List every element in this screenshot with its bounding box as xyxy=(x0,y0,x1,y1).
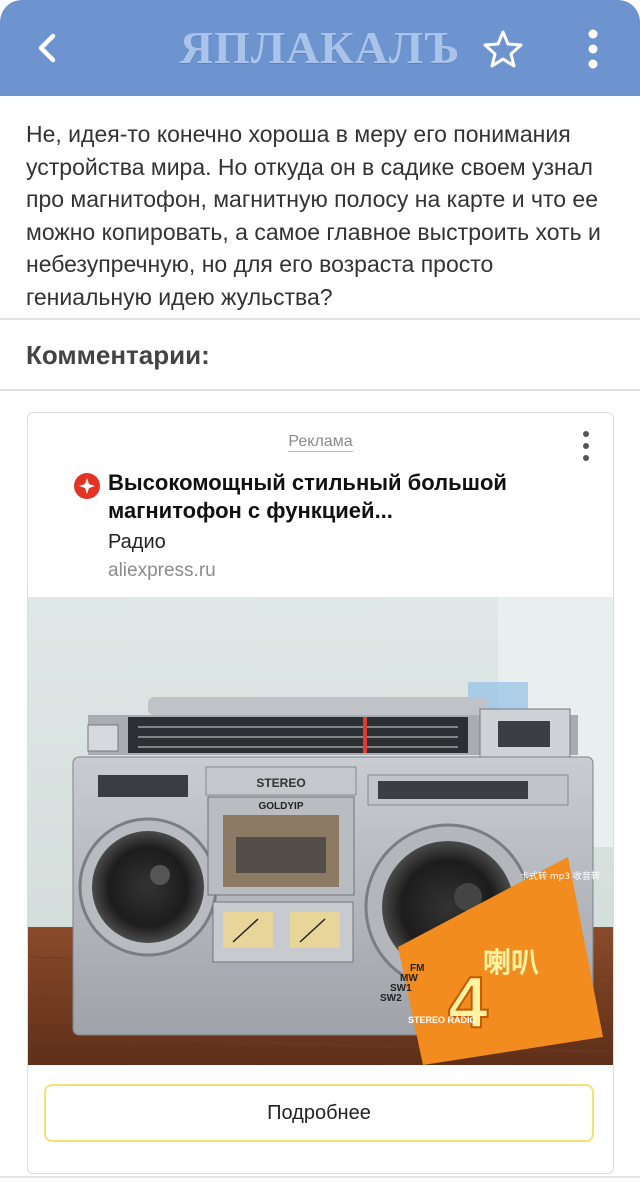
divider xyxy=(0,318,640,320)
ad-title[interactable]: Высокомощный стильный большой магнитофон… xyxy=(108,469,548,525)
more-menu-button[interactable] xyxy=(578,26,608,72)
ad-domain[interactable]: aliexpress.ru xyxy=(108,560,216,582)
site-logo[interactable]: ЯПЛАКАЛЪ xyxy=(180,22,460,73)
back-button[interactable] xyxy=(26,26,70,70)
product-image[interactable]: STEREO GOLDYIP 4 喇叭 卡式转 mp3 收音转 FM MW SW… xyxy=(28,597,613,1065)
ad-label: Реклама xyxy=(288,433,353,452)
comments-title: Комментарии: xyxy=(26,340,210,370)
ad-card[interactable]: Реклама Высокомощный стильный большой ма… xyxy=(27,412,614,1174)
app-header: ЯПЛАКАЛЪ xyxy=(0,0,640,96)
details-button[interactable]: Подробнее xyxy=(44,1084,594,1142)
more-vertical-icon xyxy=(588,29,598,69)
sticker-text: 喇叭 xyxy=(483,946,539,979)
post-text: Не, идея-то конечно хороша в меру его по… xyxy=(26,121,601,310)
brand-label: GOLDYIP xyxy=(258,801,303,812)
aliexpress-star-icon xyxy=(74,473,100,499)
star-icon xyxy=(483,30,523,68)
sticker-corner: 卡式转 mp3 收音转 xyxy=(520,870,600,882)
chevron-left-icon xyxy=(38,33,56,63)
ad-subtitle: Радио xyxy=(108,531,166,553)
ad-options-button[interactable] xyxy=(573,429,599,463)
stereo-label: STEREO xyxy=(256,776,305,790)
band-label: SW2 xyxy=(380,993,402,1004)
more-vertical-icon xyxy=(583,431,589,461)
sticker-footer: STEREO RADIO xyxy=(408,1015,477,1025)
divider xyxy=(0,1176,640,1178)
divider xyxy=(0,389,640,391)
favorite-button[interactable] xyxy=(482,28,524,70)
